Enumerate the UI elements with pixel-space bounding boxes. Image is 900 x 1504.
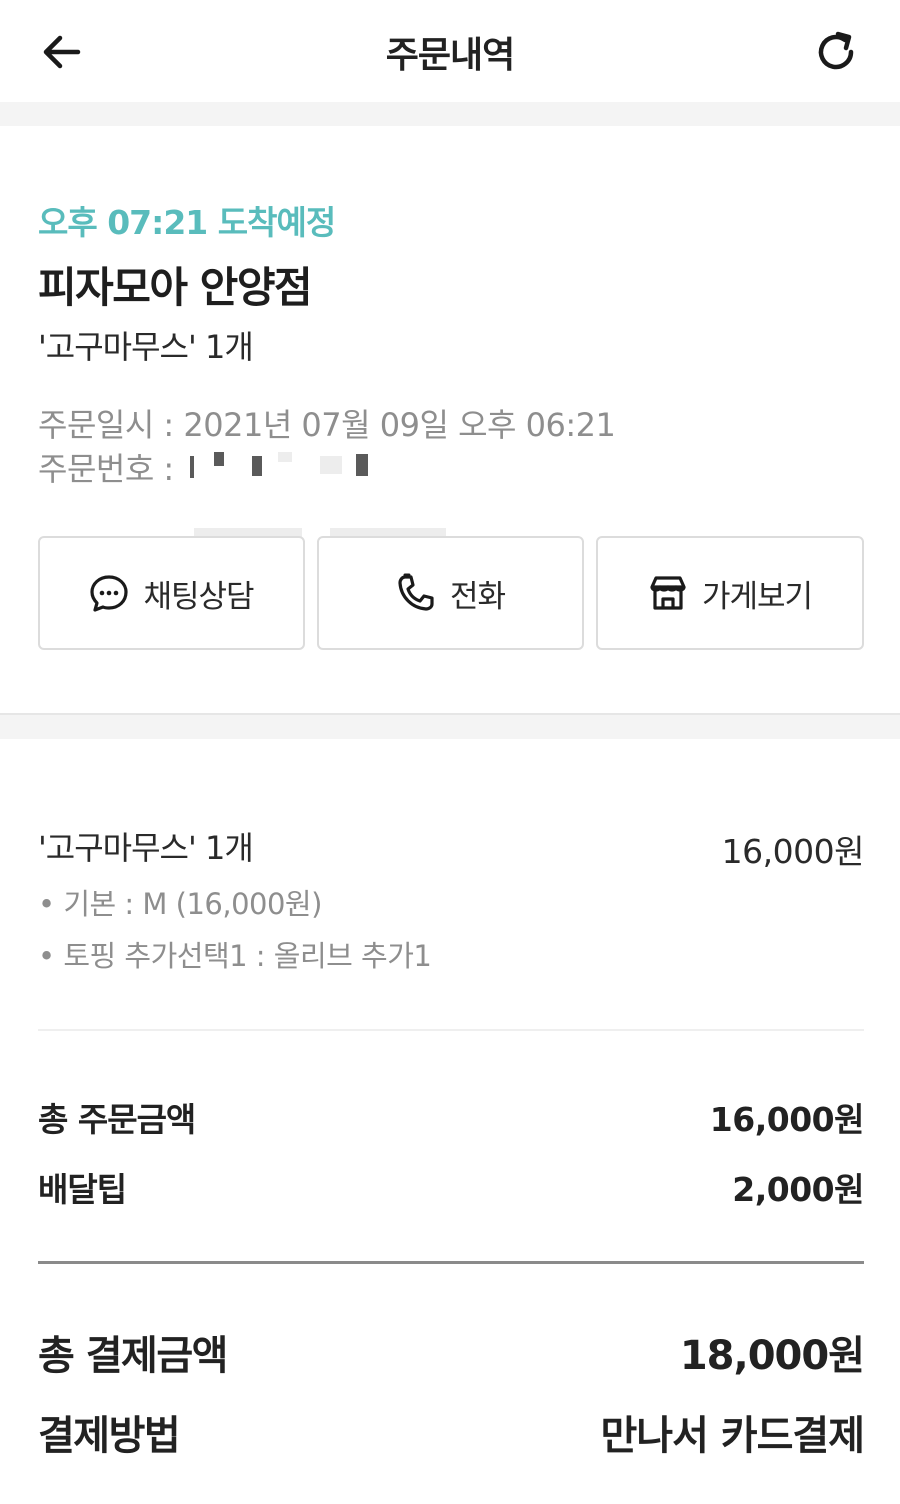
redaction-mark	[190, 456, 194, 478]
store-name: 피자모아 안양점	[38, 263, 313, 312]
arrival-eta: 오후 07:21 도착예정	[38, 203, 336, 242]
section-separator	[0, 102, 900, 126]
item-name: '고구마무스' 1개	[38, 829, 254, 867]
chat-support-label: 채팅상담	[143, 578, 254, 615]
item-option: • 기본 : M (16,000원)	[38, 887, 322, 921]
chat-bubble-icon	[90, 575, 129, 612]
call-label: 전화	[449, 578, 506, 615]
divider	[38, 1261, 864, 1264]
redaction-mark	[356, 454, 368, 476]
payment-total-label: 총 결제금액	[38, 1333, 228, 1379]
item-price: 16,000원	[721, 832, 865, 871]
payment-method-label: 결제방법	[38, 1413, 181, 1459]
delivery-tip-value: 2,000원	[732, 1170, 864, 1209]
order-amount-label: 총 주문금액	[38, 1100, 196, 1139]
chat-support-button[interactable]: 채팅상담	[38, 536, 305, 650]
divider	[38, 1029, 864, 1031]
order-number: 주문번호 :	[38, 444, 174, 490]
call-button[interactable]: 전화	[317, 536, 584, 650]
order-summary: 오후 07:21 도착예정 피자모아 안양점 '고구마무스' 1개 주문일시 :…	[38, 126, 864, 713]
page-title: 주문내역	[385, 35, 515, 76]
refresh-icon	[818, 31, 854, 70]
payment-total-value: 18,000원	[679, 1333, 865, 1379]
item-option: • 토핑 추가선택1 : 올리브 추가1	[38, 939, 432, 973]
order-number-label: 주문번호 :	[38, 450, 174, 488]
view-store-label: 가게보기	[701, 578, 813, 615]
store-icon	[650, 576, 686, 610]
view-store-button[interactable]: 가게보기	[596, 536, 864, 650]
redaction-mark	[252, 456, 262, 476]
order-date: 주문일시 : 2021년 07월 09일 오후 06:21	[38, 406, 616, 444]
payment-method-value: 만나서 카드결제	[600, 1413, 865, 1459]
section-separator	[0, 713, 900, 739]
redaction-mark	[320, 456, 342, 474]
app-header: 주문내역	[0, 0, 900, 102]
action-buttons: 채팅상담 전화 가게보기	[38, 536, 864, 650]
order-amount-value: 16,000원	[709, 1100, 865, 1139]
delivery-tip-label: 배달팁	[38, 1170, 127, 1209]
refresh-button[interactable]	[812, 28, 860, 76]
redaction-mark	[214, 452, 224, 466]
phone-icon	[398, 573, 434, 611]
redaction-mark	[278, 452, 292, 462]
order-summary-items: '고구마무스' 1개	[38, 328, 254, 366]
